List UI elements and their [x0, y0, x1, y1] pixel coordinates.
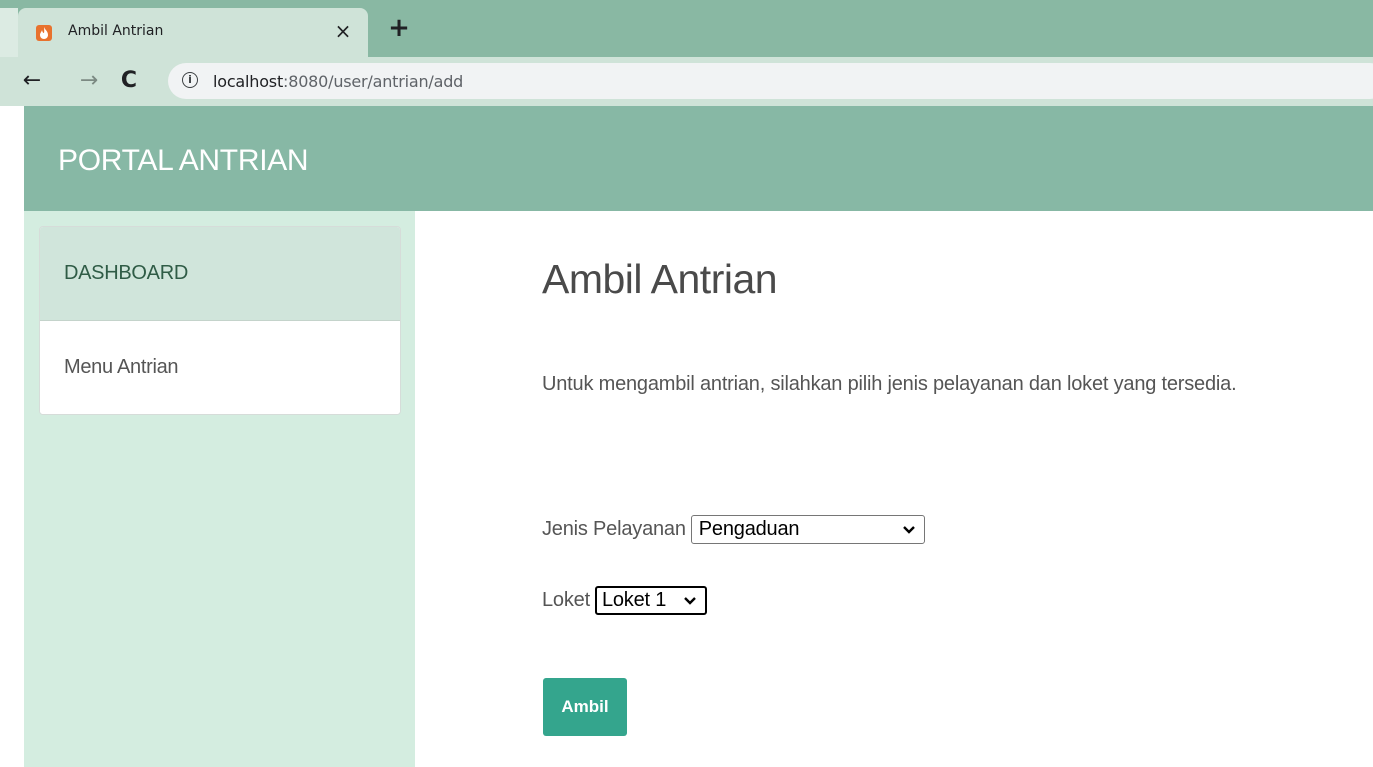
jenis-pelayanan-select[interactable]: Pengaduan — [690, 515, 925, 544]
back-arrow-icon[interactable]: ← — [18, 67, 46, 95]
sidebar-item-dashboard[interactable]: DASHBOARD — [40, 227, 400, 321]
url-text[interactable]: localhost:8080/user/antrian/add — [213, 72, 463, 91]
chevron-down-icon — [684, 596, 696, 605]
new-tab-icon[interactable]: + — [386, 15, 412, 41]
url-path: :8080/user/antrian/add — [283, 72, 464, 91]
page-title: Ambil Antrian — [542, 256, 778, 302]
address-bar[interactable]: i localhost:8080/user/antrian/add — [168, 63, 1373, 99]
browser-toolbar: ← → C i localhost:8080/user/antrian/add — [0, 57, 1373, 106]
tab-title: Ambil Antrian — [68, 23, 164, 39]
jenis-pelayanan-value: Pengaduan — [698, 518, 800, 540]
forward-arrow-icon[interactable]: → — [75, 67, 103, 95]
ambil-button[interactable]: Ambil — [543, 678, 627, 736]
sidebar-menu: DASHBOARD Menu Antrian — [39, 226, 401, 415]
brand-title[interactable]: PORTAL ANTRIAN — [58, 144, 309, 178]
page-header: PORTAL ANTRIAN — [24, 106, 1373, 211]
loket-label: Loket — [542, 589, 590, 611]
loket-select[interactable]: Loket 1 — [594, 586, 707, 615]
sidebar: DASHBOARD Menu Antrian — [24, 211, 415, 767]
page-viewport: PORTAL ANTRIAN DASHBOARD Menu Antrian Am… — [0, 106, 1373, 767]
codeigniter-flame-icon — [36, 25, 52, 41]
info-icon[interactable]: i — [182, 72, 198, 88]
url-host: localhost — [213, 72, 284, 91]
browser-tab[interactable]: Ambil Antrian × — [18, 8, 368, 57]
page-description: Untuk mengambil antrian, silahkan pilih … — [542, 373, 1237, 395]
loket-row: Loket Loket 1 — [542, 586, 707, 615]
loket-value: Loket 1 — [601, 589, 667, 611]
chevron-down-icon — [902, 525, 915, 534]
browser-tabstrip: Ambil Antrian × + — [0, 0, 1373, 57]
reload-icon[interactable]: C — [115, 67, 143, 95]
sidebar-item-menu-antrian[interactable]: Menu Antrian — [40, 321, 400, 414]
tab-close-icon[interactable]: × — [330, 18, 356, 44]
tabstrip-edge — [0, 8, 18, 57]
jenis-pelayanan-row: Jenis Pelayanan Pengaduan — [542, 515, 925, 544]
jenis-pelayanan-label: Jenis Pelayanan — [542, 518, 686, 540]
